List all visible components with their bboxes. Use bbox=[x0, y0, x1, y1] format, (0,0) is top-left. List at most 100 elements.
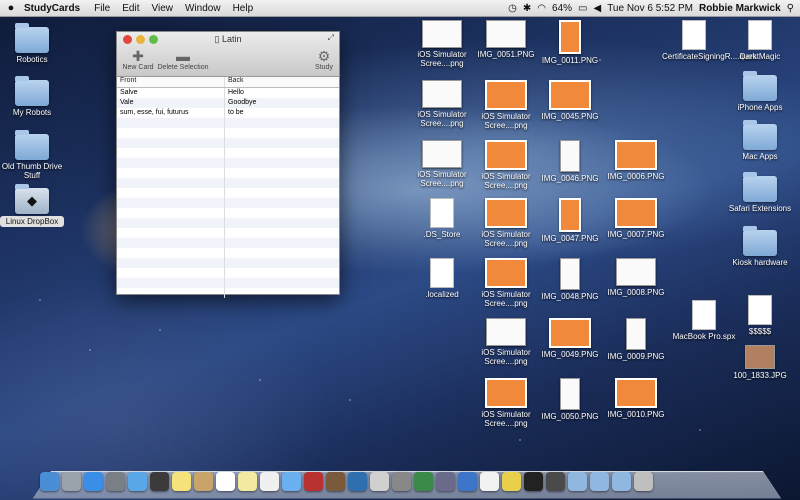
empty-table-row[interactable] bbox=[117, 288, 339, 298]
front-cell[interactable] bbox=[117, 138, 225, 148]
back-cell[interactable] bbox=[225, 228, 339, 238]
desktop-item-icon[interactable]: CertificateSigningR....quest bbox=[662, 20, 759, 61]
front-cell[interactable] bbox=[117, 178, 225, 188]
back-cell[interactable] bbox=[225, 198, 339, 208]
front-cell[interactable] bbox=[117, 238, 225, 248]
front-cell[interactable] bbox=[117, 258, 225, 268]
front-cell[interactable] bbox=[117, 278, 225, 288]
table-row[interactable]: sum, esse, fui, futurus to be bbox=[117, 108, 339, 118]
empty-table-row[interactable] bbox=[117, 158, 339, 168]
back-cell[interactable] bbox=[225, 288, 339, 298]
study-button[interactable]: ⚙ Study bbox=[311, 48, 337, 71]
back-cell[interactable] bbox=[225, 208, 339, 218]
desktop-file-icon[interactable]: IMG_0045.PNG bbox=[538, 80, 602, 121]
empty-table-row[interactable] bbox=[117, 208, 339, 218]
desktop-item-icon[interactable]: Kiosk hardware bbox=[728, 226, 792, 267]
desktop-file-icon[interactable]: iOS Simulator Scree....png bbox=[474, 198, 538, 248]
empty-table-row[interactable] bbox=[117, 238, 339, 248]
empty-table-row[interactable] bbox=[117, 178, 339, 188]
desktop-file-icon[interactable]: IMG_0051.PNG bbox=[474, 20, 538, 59]
desktop-file-icon[interactable]: IMG_0048.PNG bbox=[538, 258, 602, 301]
trash-icon[interactable] bbox=[634, 472, 653, 491]
photos-icon[interactable] bbox=[326, 472, 345, 491]
back-cell[interactable]: to be bbox=[225, 108, 339, 118]
desktop-folder-robotics[interactable]: Robotics bbox=[0, 23, 64, 64]
empty-table-row[interactable] bbox=[117, 218, 339, 228]
facetime-icon[interactable] bbox=[150, 472, 169, 491]
apple-menu-icon[interactable]: ● bbox=[0, 2, 22, 14]
back-cell[interactable] bbox=[225, 118, 339, 128]
contacts-icon[interactable] bbox=[194, 472, 213, 491]
menu-file[interactable]: File bbox=[88, 3, 116, 14]
empty-table-row[interactable] bbox=[117, 258, 339, 268]
front-cell[interactable] bbox=[117, 148, 225, 158]
terminal-icon[interactable] bbox=[524, 472, 543, 491]
front-cell[interactable] bbox=[117, 128, 225, 138]
messages-icon[interactable] bbox=[128, 472, 147, 491]
back-cell[interactable] bbox=[225, 248, 339, 258]
desktop-item-icon[interactable]: Mac Apps bbox=[728, 120, 792, 161]
reminders-icon[interactable] bbox=[260, 472, 279, 491]
battery-percent[interactable]: 64% bbox=[552, 3, 572, 14]
empty-table-row[interactable] bbox=[117, 148, 339, 158]
fullscreen-icon[interactable]: ⤢ bbox=[328, 33, 334, 43]
back-cell[interactable] bbox=[225, 148, 339, 158]
desktop-file-icon[interactable]: iOS Simulator Scree....png bbox=[474, 378, 538, 428]
desktop-file-icon[interactable]: IMG_0047.PNG bbox=[538, 198, 602, 243]
app-store-icon[interactable] bbox=[84, 472, 103, 491]
volume-icon[interactable]: ◀ bbox=[593, 3, 601, 14]
back-cell[interactable] bbox=[225, 268, 339, 278]
itunes-icon[interactable] bbox=[282, 472, 301, 491]
desktop-file-icon[interactable]: IMG_0009.PNG bbox=[604, 318, 668, 361]
downloads-folder-icon[interactable] bbox=[590, 472, 609, 491]
delete-selection-button[interactable]: ▬ Delete Selection bbox=[155, 48, 211, 71]
iphoto-icon[interactable] bbox=[348, 472, 367, 491]
desktop-item-icon[interactable]: $$$$$ bbox=[728, 295, 792, 336]
back-cell[interactable] bbox=[225, 138, 339, 148]
front-cell[interactable] bbox=[117, 288, 225, 298]
front-cell[interactable] bbox=[117, 118, 225, 128]
desktop-item-icon[interactable]: MacBook Pro.spx bbox=[672, 300, 736, 341]
front-cell[interactable] bbox=[117, 208, 225, 218]
empty-table-row[interactable] bbox=[117, 268, 339, 278]
table-row[interactable]: Vale Goodbye bbox=[117, 98, 339, 108]
desktop-file-icon[interactable]: IMG_0050.PNG bbox=[538, 378, 602, 421]
desktop-file-icon[interactable]: IMG_0007.PNG bbox=[604, 198, 668, 239]
front-cell[interactable]: Salve bbox=[117, 88, 225, 98]
new-card-button[interactable]: ✚ New Card bbox=[120, 48, 156, 71]
clock[interactable]: Tue Nov 6 5:52 PM bbox=[607, 3, 693, 14]
menu-help[interactable]: Help bbox=[227, 3, 260, 14]
front-cell[interactable] bbox=[117, 268, 225, 278]
preview-icon[interactable] bbox=[370, 472, 389, 491]
front-cell[interactable] bbox=[117, 168, 225, 178]
back-cell[interactable] bbox=[225, 178, 339, 188]
column-header-back[interactable]: Back bbox=[225, 77, 339, 87]
front-cell[interactable] bbox=[117, 158, 225, 168]
desktop-file-icon[interactable]: IMG_0046.PNG bbox=[538, 140, 602, 183]
documents-folder-icon[interactable] bbox=[568, 472, 587, 491]
calendar-icon[interactable] bbox=[216, 472, 235, 491]
empty-table-row[interactable] bbox=[117, 248, 339, 258]
time-machine-icon[interactable] bbox=[414, 472, 433, 491]
textedit-icon[interactable] bbox=[480, 472, 499, 491]
back-cell[interactable] bbox=[225, 238, 339, 248]
empty-table-row[interactable] bbox=[117, 128, 339, 138]
front-cell[interactable] bbox=[117, 188, 225, 198]
back-cell[interactable] bbox=[225, 168, 339, 178]
desktop-file-icon[interactable]: IMG_0008.PNG bbox=[604, 258, 668, 297]
desktop-file-icon[interactable]: IMG_0006.PNG bbox=[604, 140, 668, 181]
desktop-file-icon[interactable]: IMG_0011.PNG bbox=[538, 20, 602, 65]
desktop-file-icon[interactable]: iOS Simulator Scree....png bbox=[410, 80, 474, 128]
applications-folder-icon[interactable] bbox=[612, 472, 631, 491]
empty-table-row[interactable] bbox=[117, 138, 339, 148]
time-machine-icon[interactable]: ◷ bbox=[508, 3, 517, 14]
menu-edit[interactable]: Edit bbox=[116, 3, 145, 14]
back-cell[interactable] bbox=[225, 188, 339, 198]
empty-table-row[interactable] bbox=[117, 188, 339, 198]
desktop-file-icon[interactable]: IMG_0049.PNG bbox=[538, 318, 602, 359]
desktop-item-icon[interactable]: iPhone Apps bbox=[728, 71, 792, 112]
front-cell[interactable] bbox=[117, 218, 225, 228]
screenshot-icon[interactable] bbox=[392, 472, 411, 491]
desktop-file-icon[interactable]: .DS_Store bbox=[410, 198, 474, 239]
chrome-icon[interactable] bbox=[502, 472, 521, 491]
